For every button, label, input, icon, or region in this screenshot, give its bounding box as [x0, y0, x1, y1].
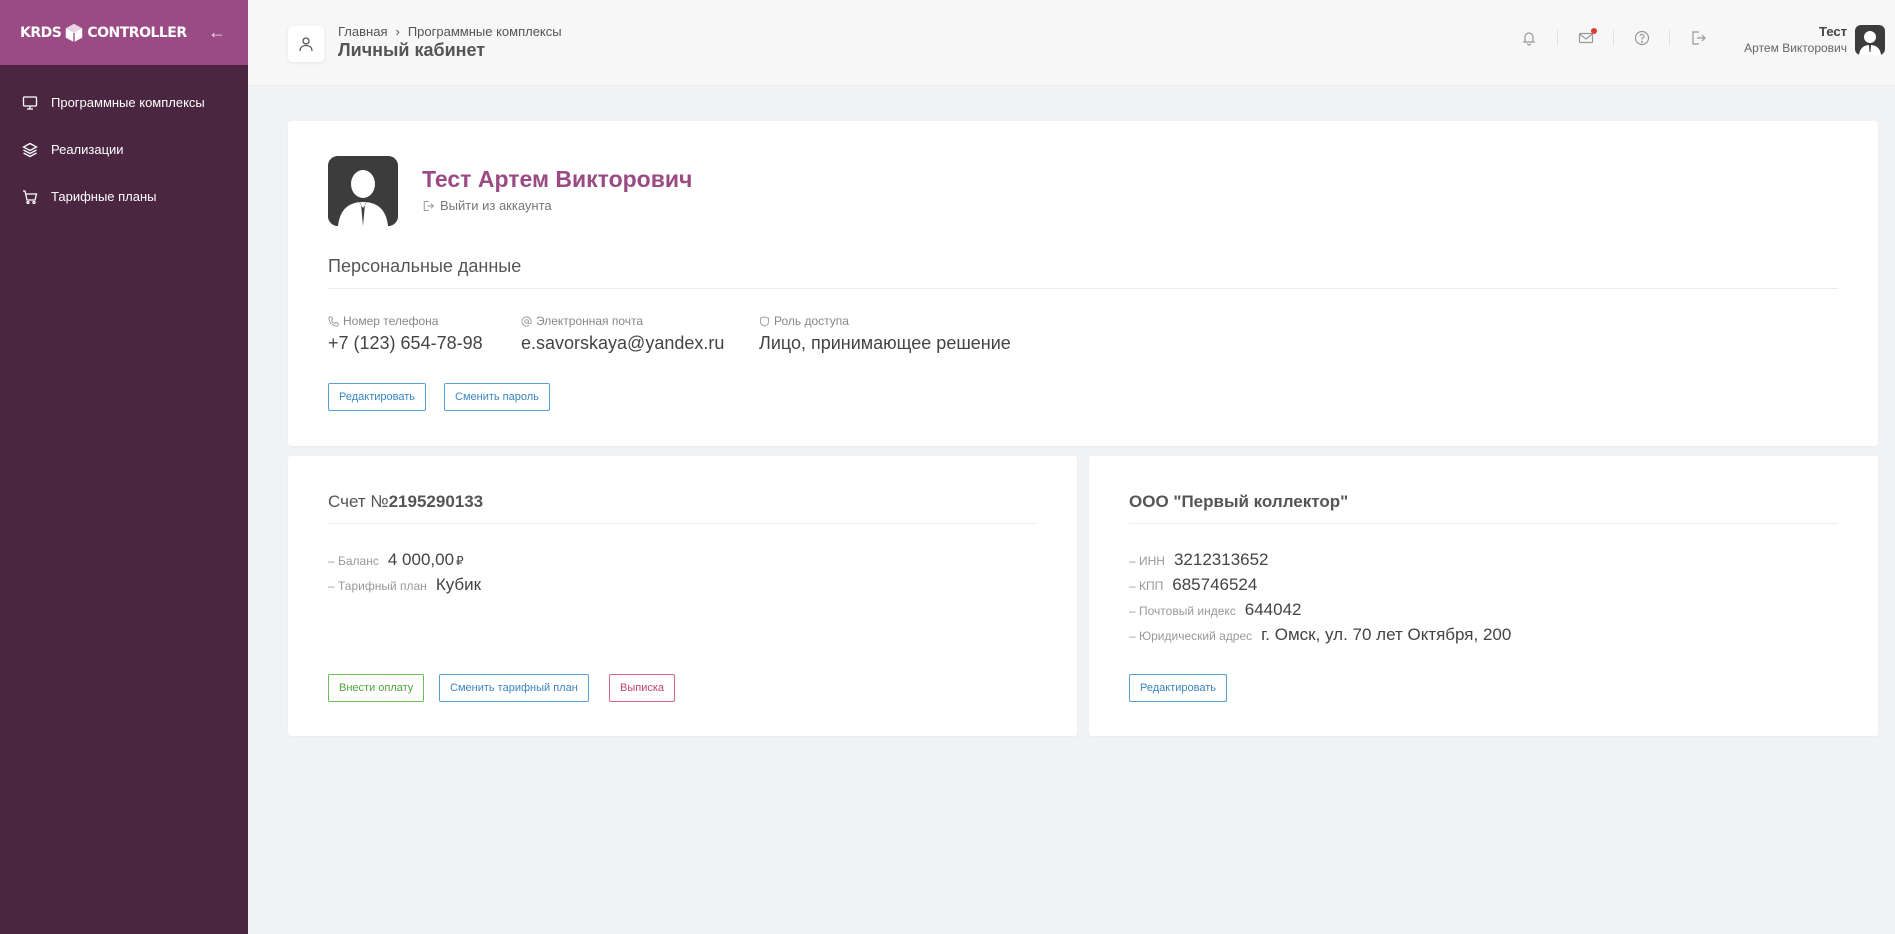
logout-icon [423, 200, 434, 211]
profile-avatar [328, 156, 398, 226]
help-button[interactable] [1613, 30, 1669, 46]
avatar [1855, 24, 1885, 55]
phone-icon [328, 315, 339, 327]
logout-icon [1691, 31, 1706, 45]
role-value: Лицо, принимающее решение [759, 333, 1011, 353]
phone-value: +7 (123) 654-78-98 [328, 333, 483, 353]
company-title: ООО "Первый коллектор" [1129, 492, 1348, 512]
divider [328, 288, 1838, 289]
role-label-text: Роль доступа [774, 314, 849, 328]
divider [328, 523, 1037, 524]
topbar-icons [1501, 28, 1725, 46]
logout-link[interactable]: Выйти из аккаунта [422, 198, 552, 213]
account-title: Счет №2195290133 [328, 492, 483, 512]
change-tariff-button[interactable]: Сменить тарифный план [439, 674, 589, 702]
address-label: – Юридический адрес [1129, 629, 1253, 643]
balance-label: – Баланс [328, 554, 379, 568]
at-sign-icon [521, 315, 532, 326]
page-icon [288, 26, 324, 62]
account-card: Счет №2195290133 – Баланс 4 000,00 ₽ – Т… [288, 456, 1077, 736]
inn-row: – ИНН 3212313652 [1129, 550, 1269, 570]
inn-value: 3212313652 [1173, 550, 1269, 569]
sidebar-item-tariffs[interactable]: Тарифные планы [0, 173, 248, 220]
tariff-value: Кубик [435, 575, 482, 594]
sidebar-nav: Программные комплексы Реализации Тарифны… [0, 65, 248, 220]
kpp-value: 685746524 [1172, 575, 1258, 594]
breadcrumb: Главная › Программные комплексы [338, 24, 562, 39]
sidebar-item-label: Реализации [51, 142, 124, 157]
role-label: Роль доступа [759, 314, 1011, 328]
sidebar-item-software[interactable]: Программные комплексы [0, 79, 248, 126]
user-menu[interactable]: Тест Артем Викторович [1744, 24, 1895, 55]
user-first-name: Тест [1819, 24, 1847, 39]
collapse-sidebar-icon[interactable]: ← [208, 22, 226, 43]
balance-row: – Баланс 4 000,00 ₽ [328, 550, 464, 570]
notifications-button[interactable] [1501, 30, 1557, 46]
sidebar-item-label: Программные комплексы [51, 95, 205, 110]
user-text: Тест Артем Викторович [1744, 24, 1847, 55]
inn-label: – ИНН [1129, 554, 1165, 568]
balance-value: 4 000,00 [387, 550, 455, 569]
help-icon [1634, 30, 1649, 46]
postal-label: – Почтовый индекс [1129, 604, 1236, 618]
pay-button[interactable]: Внести оплату [328, 674, 425, 702]
role-field: Роль доступа Лицо, принимающее решение [759, 314, 1011, 354]
phone-field: Номер телефона +7 (123) 654-78-98 [328, 314, 483, 354]
breadcrumb-software[interactable]: Программные комплексы [408, 24, 562, 39]
email-field: Электронная почта e.savorskaya@yandex.ru [521, 314, 724, 354]
profile-name: Тест Артем Викторович [422, 166, 693, 192]
email-label: Электронная почта [521, 314, 724, 328]
logout-label: Выйти из аккаунта [440, 198, 552, 213]
page-title: Личный кабинет [338, 40, 486, 60]
breadcrumb-separator-icon: › [395, 24, 400, 39]
kpp-label: – КПП [1129, 579, 1164, 593]
profile-card: Тест Артем Викторович Выйти из аккаунта … [288, 121, 1878, 446]
email-label-text: Электронная почта [536, 314, 644, 328]
user-icon [299, 37, 313, 52]
email-value: e.savorskaya@yandex.ru [521, 333, 725, 353]
shield-icon [759, 315, 770, 327]
phone-label-text: Номер телефона [343, 314, 439, 328]
personal-data-title: Персональные данные [328, 256, 522, 276]
logo[interactable]: KRDS CONTROLLER [20, 22, 187, 44]
address-row: – Юридический адрес г. Омск, ул. 70 лет … [1129, 625, 1511, 645]
bell-icon [1522, 32, 1536, 46]
company-name: ООО "Первый коллектор" [1129, 492, 1349, 511]
address-value: г. Омск, ул. 70 лет Октября, 200 [1261, 625, 1512, 644]
currency-symbol: ₽ [456, 554, 464, 568]
change-password-button[interactable]: Сменить пароль [444, 383, 550, 411]
postal-row: – Почтовый индекс 644042 [1129, 600, 1302, 620]
logo-right-text: CONTROLLER [87, 24, 187, 41]
monitor-icon [22, 95, 38, 110]
logout-button[interactable] [1669, 30, 1725, 46]
kpp-row: – КПП 685746524 [1129, 575, 1257, 595]
divider [1129, 523, 1838, 524]
sidebar: KRDS CONTROLLER ← Программные комплексы … [0, 0, 248, 934]
postal-value: 644042 [1244, 600, 1302, 619]
account-title-prefix: Счет № [328, 492, 389, 511]
cart-icon [23, 189, 38, 204]
messages-button[interactable] [1557, 28, 1613, 46]
edit-company-button[interactable]: Редактировать [1129, 674, 1227, 702]
user-full-name: Артем Викторович [1744, 41, 1847, 55]
layers-icon [22, 142, 38, 157]
tariff-row: – Тарифный план Кубик [328, 575, 481, 595]
tariff-label: – Тарифный план [328, 579, 427, 593]
sidebar-item-label: Тарифные планы [51, 189, 157, 204]
topbar: Главная › Программные комплексы Личный каб… [248, 0, 1895, 86]
company-card: ООО "Первый коллектор" – ИНН 3212313652 … [1089, 456, 1878, 736]
statement-button[interactable]: Выписка [609, 674, 676, 702]
breadcrumb-home[interactable]: Главная [338, 24, 387, 39]
edit-profile-button[interactable]: Редактировать [328, 383, 426, 411]
logo-left-text: KRDS [20, 24, 62, 41]
unread-dot [1591, 28, 1597, 34]
phone-label: Номер телефона [328, 314, 483, 328]
sidebar-header: KRDS CONTROLLER ← [0, 0, 248, 65]
sidebar-item-implementations[interactable]: Реализации [0, 126, 248, 173]
account-number: 2195290133 [388, 492, 484, 511]
cube-logo-icon [66, 23, 83, 42]
